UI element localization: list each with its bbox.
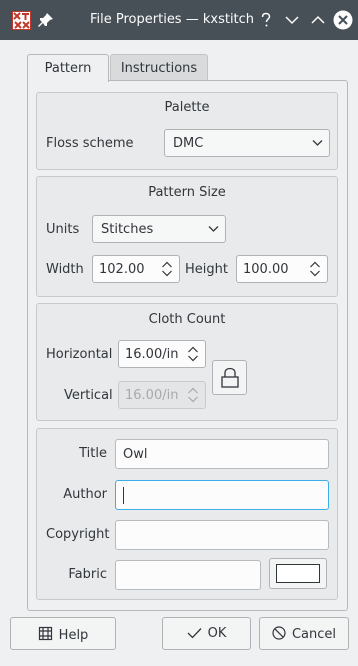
help-button-label: Help [58,628,89,643]
floss-scheme-dropdown[interactable]: DMC [164,129,330,157]
ok-button-label: OK [207,626,227,641]
height-label: Height [185,262,228,277]
minimize-icon[interactable] [283,11,301,29]
checkmark-icon [187,628,202,639]
width-value: 102.00 [99,262,145,277]
palette-title: Palette [164,100,210,115]
author-field[interactable] [115,480,329,510]
width-spinbox[interactable]: 102.00 [92,255,180,283]
fabric-color-swatch [276,564,320,583]
help-book-icon [38,626,52,641]
cloth-count-title: Cloth Count [148,312,226,327]
cancel-icon [272,626,286,640]
vertical-count-value: 16.00/in [125,388,179,403]
horizontal-count-value: 16.00/in [125,347,179,362]
vertical-count-spinbox[interactable]: 16.00/in [118,381,206,409]
chevron-down-icon [312,140,323,146]
maximize-icon[interactable] [309,11,327,29]
horizontal-count-spinbox[interactable]: 16.00/in [118,340,206,368]
title-label: Title [79,446,107,461]
pin-icon[interactable] [38,12,54,28]
copyright-field[interactable] [115,520,329,550]
fabric-label: Fabric [68,567,107,582]
cancel-button[interactable]: Cancel [259,617,349,650]
help-question-icon[interactable] [257,11,275,29]
window-title: File Properties — kxstitch [90,12,255,27]
spin-arrows-icon[interactable] [187,345,199,363]
height-spinbox[interactable]: 100.00 [236,255,328,283]
floss-scheme-value: DMC [173,136,204,151]
floss-scheme-label: Floss scheme [46,136,134,151]
fabric-field[interactable] [115,560,261,590]
pattern-size-title: Pattern Size [148,185,226,200]
close-icon[interactable] [333,10,353,30]
lock-icon [221,367,239,388]
width-label: Width [46,262,84,277]
title-bar[interactable]: File Properties — kxstitch [0,0,358,40]
height-value: 100.00 [243,262,289,277]
copyright-label: Copyright [46,527,110,542]
vertical-label: Vertical [64,388,113,403]
title-field[interactable]: Owl [115,439,329,469]
author-label: Author [63,487,107,502]
help-button[interactable]: Help [10,617,116,650]
spin-arrows-icon [188,387,198,403]
horizontal-label: Horizontal [46,347,113,362]
tab-pattern[interactable]: Pattern [27,54,109,82]
cancel-button-label: Cancel [291,627,337,642]
lock-ratio-button[interactable] [212,360,247,395]
fabric-color-button[interactable] [269,558,327,589]
kxstitch-app-icon [12,11,31,30]
units-value: Stitches [101,222,154,237]
chevron-down-icon [208,226,219,232]
text-caret [123,487,124,504]
title-value: Owl [123,447,148,462]
tab-instructions[interactable]: Instructions [110,54,208,81]
spin-arrows-icon[interactable] [161,260,173,278]
spin-arrows-icon[interactable] [309,260,321,278]
ok-button[interactable]: OK [162,617,251,650]
units-dropdown[interactable]: Stitches [92,215,226,243]
units-label: Units [46,222,80,237]
